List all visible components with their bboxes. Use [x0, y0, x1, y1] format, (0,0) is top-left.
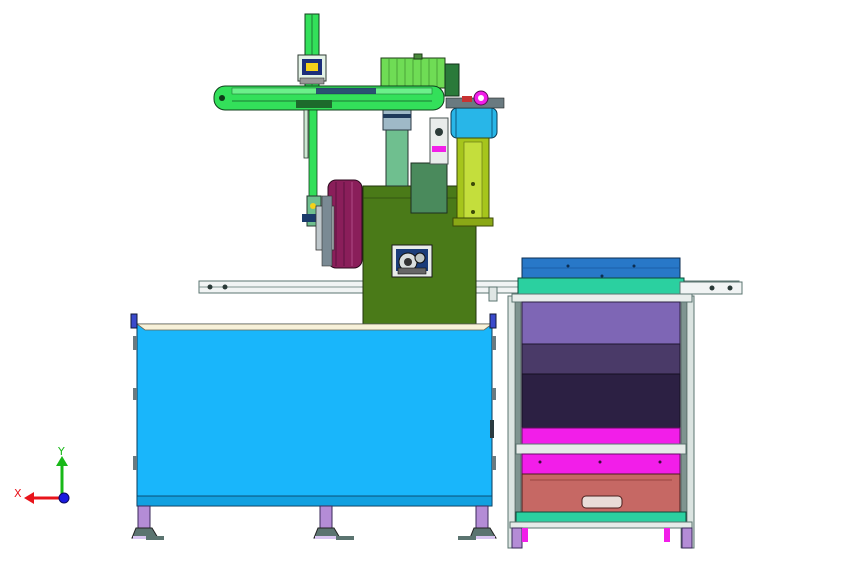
right-bin-frame	[507, 257, 743, 549]
y-axis-label: Y	[57, 445, 65, 458]
z-axis-dot	[58, 492, 70, 504]
gantry-mast	[297, 13, 327, 87]
cabinet-foot-left	[131, 505, 159, 539]
cad-viewport[interactable]: Y X	[0, 0, 867, 562]
x-axis-arrowhead	[24, 492, 34, 504]
cabinet-foot-mid	[313, 505, 341, 539]
coordinate-triad: Y X	[14, 445, 70, 504]
machine-assembly-drawing: Y X	[14, 13, 743, 549]
support-column	[452, 137, 494, 227]
left-cabinet	[130, 313, 497, 507]
x-axis-label: X	[14, 487, 22, 500]
gantry-beam	[213, 85, 445, 111]
cabinet-foot-right	[469, 505, 497, 539]
gearbox-window	[391, 244, 433, 278]
cabinet-feet	[131, 505, 497, 540]
cyan-cylinder	[445, 90, 505, 139]
drum-wheel	[315, 179, 363, 269]
